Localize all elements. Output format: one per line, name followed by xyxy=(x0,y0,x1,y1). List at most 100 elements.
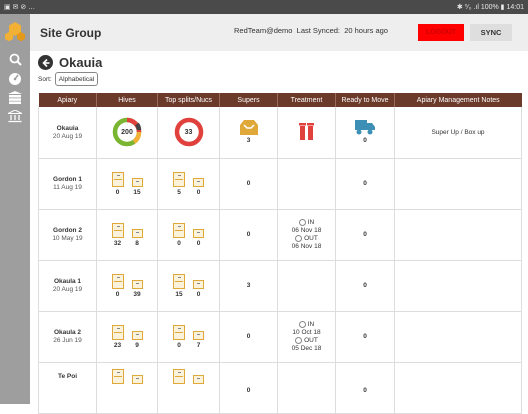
nuc-box-icon xyxy=(131,374,143,384)
search-icon[interactable] xyxy=(0,50,30,69)
treatment-in-icon xyxy=(298,321,306,328)
app-logo-icon xyxy=(0,14,30,50)
hives-count: 0 xyxy=(115,290,120,298)
col-hives[interactable]: Hives xyxy=(96,93,158,107)
apiary-name: Okauia xyxy=(56,124,79,132)
hive-box-icon xyxy=(173,273,185,289)
bank-icon[interactable] xyxy=(0,107,30,126)
sync-button[interactable]: SYNC xyxy=(470,24,512,41)
apiary-date: 20 Aug 19 xyxy=(52,132,83,140)
nuc-box-icon xyxy=(193,177,204,187)
apiary-name: Okaula 1 xyxy=(53,278,82,285)
nuc-box-icon xyxy=(193,330,204,340)
hive-box-icon xyxy=(173,171,185,187)
hive-box-icon xyxy=(173,324,185,340)
supers-tray-icon xyxy=(239,120,258,136)
hive-box-icon xyxy=(111,171,124,187)
apiary-name: Gordon 1 xyxy=(53,176,82,183)
apiary-name: Okaula 2 xyxy=(53,329,82,336)
splits-count: 7 xyxy=(196,341,201,349)
supers-count: 3 xyxy=(246,282,251,289)
hive-stack-icon[interactable] xyxy=(0,88,30,107)
treatment-in-icon xyxy=(298,219,306,226)
apiary-name: Gordon 2 xyxy=(53,227,82,234)
supers-count: 0 xyxy=(246,333,251,340)
treatment-out-date: 06 Nov 18 xyxy=(291,242,322,250)
sync-time: 20 hours ago xyxy=(344,26,388,35)
sync-info: RedTeam@demo Last Synced: 20 hours ago xyxy=(234,26,388,35)
treatment-in: IN xyxy=(278,219,335,227)
nuc-box-icon xyxy=(193,374,204,384)
table-row[interactable]: Gordon 1 11 Aug 19 0 15 5 0 0 0 xyxy=(38,158,522,210)
splits-count: 15 xyxy=(175,290,183,298)
status-right: ✱ ⁰∕₀ .ıl 100% ▮ 14:01 xyxy=(456,4,524,11)
apiary-table: Apiary Hives Top splits/Nucs Supers Trea… xyxy=(38,93,522,414)
splits-count: 0 xyxy=(196,239,201,247)
supers-count: 0 xyxy=(246,231,251,238)
treatment-out: OUT xyxy=(278,337,335,345)
table-row[interactable]: Gordon 2 10 May 19 32 8 00 0 IN 06 Nov 18 … xyxy=(38,209,522,261)
user-label: RedTeam@demo xyxy=(234,26,293,35)
ready-count: 0 xyxy=(363,137,367,145)
supers-count: 3 xyxy=(246,137,251,145)
hives-donut: 200 xyxy=(111,116,143,148)
hive-box-icon xyxy=(111,222,124,238)
logout-button[interactable]: LOGOUT xyxy=(418,24,464,41)
splits-count: 0 xyxy=(177,341,181,349)
hives-count: 9 xyxy=(135,341,139,349)
dashboard-gauge-icon[interactable] xyxy=(0,69,30,88)
page-title: Site Group xyxy=(40,25,102,40)
sort-select[interactable]: Alphabetical xyxy=(54,72,99,86)
nuc-box-icon xyxy=(193,228,204,238)
splits-total: 33 xyxy=(184,128,193,136)
apiary-date: 20 Aug 19 xyxy=(52,286,83,293)
splits-count: 0 xyxy=(196,188,201,196)
hives-count: 15 xyxy=(133,188,141,196)
hives-count: 23 xyxy=(113,341,122,349)
table-row[interactable]: Okaula 2 26 Jun 19 23 9 07 0 IN 10 Oct 18 … xyxy=(38,311,522,363)
hives-count: 0 xyxy=(115,188,120,196)
hive-box-icon xyxy=(173,368,185,384)
hives-count: 32 xyxy=(113,239,122,247)
col-supers[interactable]: Supers xyxy=(219,93,278,107)
table-row[interactable]: Okauia 20 Aug 19 200 33 3 0 Super Up / B… xyxy=(38,107,522,159)
back-arrow-icon[interactable] xyxy=(38,55,53,70)
apiary-title-row: Okauia xyxy=(38,55,102,70)
sidebar xyxy=(0,14,30,404)
col-apiary[interactable]: Apiary xyxy=(38,93,97,107)
sync-label: Last Synced: xyxy=(296,26,341,35)
table-row[interactable]: Te Poi 0 0 xyxy=(38,362,522,414)
col-ready[interactable]: Ready to Move xyxy=(335,93,395,107)
hives-total: 200 xyxy=(121,128,133,136)
treatment-in: IN xyxy=(278,321,335,329)
table-header-row: Apiary Hives Top splits/Nucs Supers Trea… xyxy=(38,93,522,107)
ready-count: 0 xyxy=(363,333,367,340)
supers-count: 0 xyxy=(246,386,251,394)
management-notes: Super Up / Box up xyxy=(431,128,485,136)
treatment-out-icon xyxy=(295,235,303,242)
apiary-title: Okauia xyxy=(59,55,103,70)
treatment-in-date: 06 Nov 18 xyxy=(291,226,322,234)
apiary-name: Te Poi xyxy=(57,372,78,380)
hive-box-icon xyxy=(173,222,185,238)
status-left-icons: ▣ ✉ ⊘ … xyxy=(4,4,36,11)
treatment-strips-icon xyxy=(299,122,314,140)
col-notes[interactable]: Apiary Management Notes xyxy=(394,93,522,107)
splits-donut: 33 xyxy=(173,116,205,148)
truck-icon xyxy=(355,120,375,135)
status-bar: ▣ ✉ ⊘ … ✱ ⁰∕₀ .ıl 100% ▮ 14:01 xyxy=(0,0,528,14)
col-treatment[interactable]: Treatment xyxy=(277,93,336,107)
table-row[interactable]: Okaula 1 20 Aug 19 0 39 15 0 3 0 xyxy=(38,260,522,312)
treatment-out: OUT xyxy=(278,235,335,243)
sort-row: Sort: Alphabetical xyxy=(38,72,99,86)
col-splits[interactable]: Top splits/Nucs xyxy=(157,93,220,107)
nuc-box-icon xyxy=(131,279,143,289)
nuc-box-icon xyxy=(131,330,143,340)
apiary-date: 26 Jun 19 xyxy=(53,337,82,344)
hives-count: 8 xyxy=(135,239,139,247)
supers-count: 0 xyxy=(246,180,251,187)
treatment-in-label: IN xyxy=(307,320,315,328)
nuc-box-icon xyxy=(193,279,204,289)
header-bar: Site Group RedTeam@demo Last Synced: 20 … xyxy=(30,14,528,51)
treatment-out-icon xyxy=(295,337,303,344)
